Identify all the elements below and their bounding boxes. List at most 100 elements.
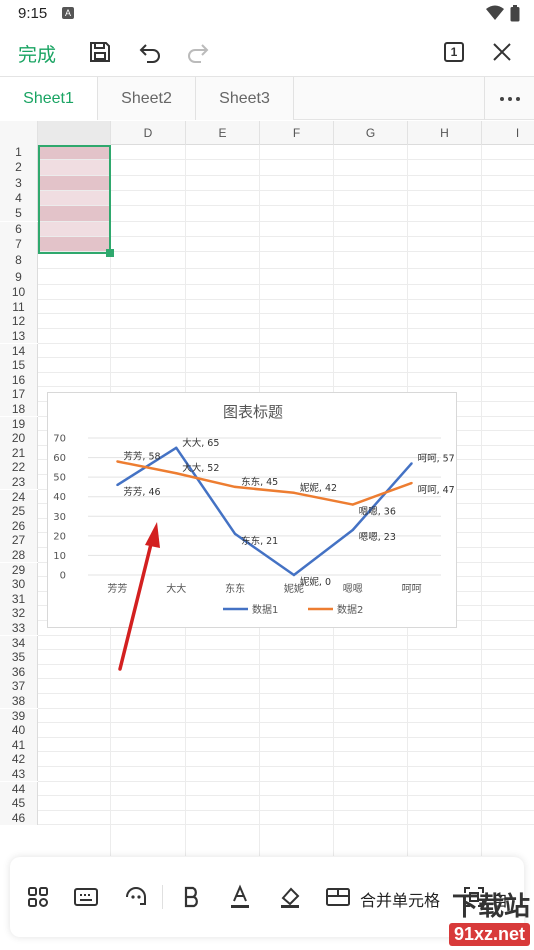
- selection-handle[interactable]: [106, 249, 114, 257]
- line-chart[interactable]: 图表标题 70 60 50 40 30 20 10 0 芳芳 大大 东东 妮妮 嗯嗯 呵呵 芳芳, 58 芳芳,…: [47, 392, 457, 628]
- watermark-text: 下载站: [451, 891, 530, 921]
- row-header[interactable]: 16: [0, 372, 38, 388]
- row-header[interactable]: 42: [0, 752, 38, 767]
- status-time: 9:15: [18, 5, 48, 22]
- column-header-h[interactable]: H: [408, 121, 482, 145]
- row-header[interactable]: 26: [0, 518, 38, 534]
- bold-icon[interactable]: [178, 883, 206, 911]
- fill-color-icon[interactable]: [276, 883, 304, 911]
- top-toolbar: 完成 1: [0, 28, 534, 76]
- row-header[interactable]: 17: [0, 387, 38, 402]
- column-header-g[interactable]: G: [334, 121, 408, 145]
- tab-sheet2[interactable]: Sheet2: [98, 77, 196, 120]
- row-header[interactable]: 4: [0, 190, 38, 207]
- row-header[interactable]: 1: [0, 145, 38, 161]
- row-header[interactable]: 23: [0, 474, 38, 490]
- merge-cells-icon[interactable]: [324, 883, 352, 911]
- y-tick-label: 50: [53, 473, 66, 484]
- row-header[interactable]: 38: [0, 693, 38, 709]
- done-button[interactable]: 完成: [18, 40, 56, 67]
- row-gridline: [38, 663, 534, 665]
- row-header[interactable]: 37: [0, 679, 38, 694]
- row-header[interactable]: 8: [0, 252, 38, 269]
- row-header[interactable]: 45: [0, 796, 38, 811]
- row-header[interactable]: 31: [0, 591, 38, 607]
- data-label: 妮妮, 42: [300, 482, 337, 494]
- series-point: [116, 483, 119, 487]
- row-header[interactable]: 35: [0, 650, 38, 665]
- row-header[interactable]: 30: [0, 577, 38, 592]
- row-header[interactable]: 19: [0, 416, 38, 432]
- series-point: [410, 462, 413, 465]
- column-header-e[interactable]: E: [186, 121, 260, 145]
- row-header[interactable]: 6: [0, 221, 38, 237]
- row-header[interactable]: 7: [0, 236, 38, 253]
- row-gridline: [38, 342, 534, 344]
- row-header[interactable]: 5: [0, 206, 38, 222]
- row-header[interactable]: 41: [0, 737, 38, 753]
- row-header[interactable]: 21: [0, 445, 38, 461]
- page-count-icon[interactable]: 1: [440, 38, 468, 66]
- row-header[interactable]: 12: [0, 314, 38, 329]
- row-header[interactable]: 44: [0, 781, 38, 797]
- row-header[interactable]: 32: [0, 606, 38, 621]
- row-header[interactable]: 28: [0, 547, 38, 563]
- x-tick-label: 呵呵: [402, 584, 422, 595]
- row-header[interactable]: 10: [0, 285, 38, 300]
- data-label: 妮妮, 0: [300, 576, 331, 588]
- series-point: [233, 485, 237, 489]
- row-header[interactable]: 9: [0, 268, 38, 286]
- toolbar-divider: [162, 885, 163, 909]
- row-gridline: [38, 220, 534, 222]
- row-gridline: [38, 386, 534, 388]
- row-header[interactable]: 2: [0, 160, 38, 176]
- voice-assistant-icon[interactable]: [122, 883, 150, 911]
- column-header-i[interactable]: I: [482, 121, 534, 145]
- y-tick-label: 40: [53, 492, 66, 503]
- row-header[interactable]: 22: [0, 460, 38, 475]
- apps-grid-icon[interactable]: [24, 883, 52, 911]
- row-header[interactable]: 34: [0, 635, 38, 651]
- status-bar: 9:15 A: [0, 0, 534, 28]
- merge-cells-label[interactable]: 合并单元格: [360, 887, 440, 911]
- column-header-selected[interactable]: [38, 121, 111, 145]
- more-options-icon[interactable]: [484, 77, 534, 120]
- font-color-icon[interactable]: [226, 883, 254, 911]
- row-gridline: [38, 298, 534, 300]
- undo-icon[interactable]: [136, 38, 164, 66]
- row-header[interactable]: 43: [0, 766, 38, 782]
- series-point: [175, 472, 178, 475]
- data-label: 大大, 52: [182, 462, 219, 474]
- row-header[interactable]: 3: [0, 175, 38, 191]
- watermark-logo: 下载站 91xz.net: [448, 886, 530, 946]
- row-header[interactable]: 29: [0, 562, 38, 578]
- x-tick-label: 嗯嗯: [343, 583, 363, 595]
- row-header[interactable]: 14: [0, 343, 38, 359]
- row-header[interactable]: 20: [0, 431, 38, 446]
- row-header[interactable]: 40: [0, 723, 38, 738]
- row-gridline: [38, 189, 534, 191]
- keyboard-icon[interactable]: [72, 883, 100, 911]
- x-tick-label: 东东: [225, 582, 245, 595]
- row-header[interactable]: 46: [0, 810, 38, 826]
- tab-sheet1[interactable]: Sheet1: [0, 77, 98, 120]
- redo-icon[interactable]: [184, 38, 212, 66]
- row-gridline: [38, 357, 534, 359]
- row-header[interactable]: 36: [0, 664, 38, 680]
- row-header[interactable]: 27: [0, 533, 38, 548]
- row-header[interactable]: 11: [0, 299, 38, 315]
- row-header[interactable]: 25: [0, 504, 38, 519]
- close-icon[interactable]: [488, 38, 516, 66]
- row-header[interactable]: 13: [0, 328, 38, 344]
- column-header-f[interactable]: F: [260, 121, 334, 145]
- row-header[interactable]: 15: [0, 358, 38, 373]
- series-point: [351, 528, 354, 532]
- battery-icon: [510, 5, 520, 22]
- save-icon[interactable]: [86, 38, 114, 66]
- row-header[interactable]: 18: [0, 401, 38, 417]
- row-header[interactable]: 33: [0, 620, 38, 636]
- tab-sheet3[interactable]: Sheet3: [196, 77, 294, 120]
- row-header[interactable]: 39: [0, 708, 38, 724]
- row-header[interactable]: 24: [0, 489, 38, 505]
- column-header-d[interactable]: D: [111, 121, 186, 145]
